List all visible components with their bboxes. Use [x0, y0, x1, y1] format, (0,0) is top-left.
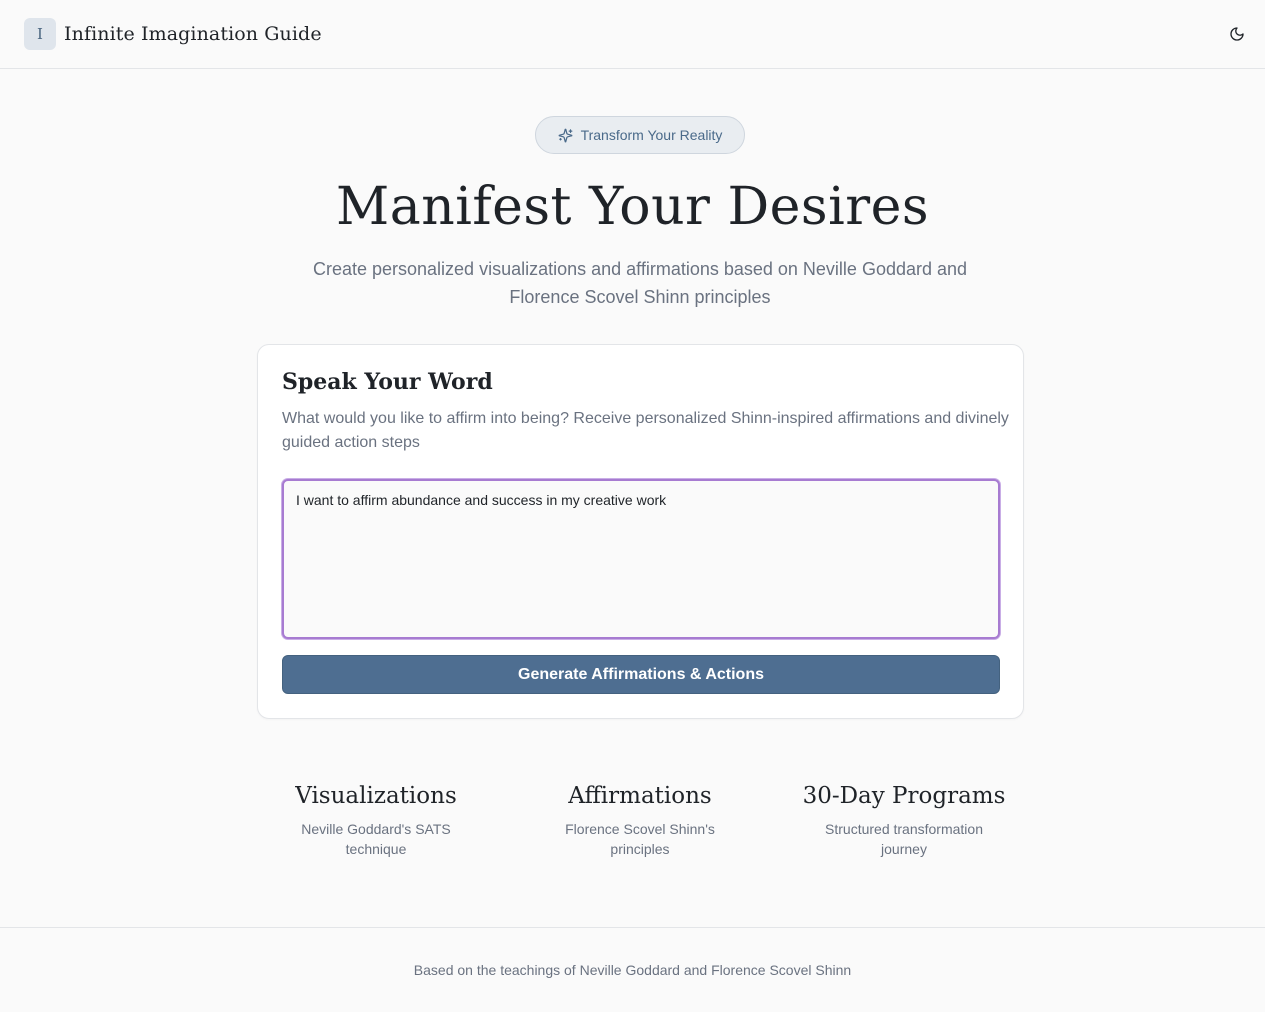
page-title: Manifest Your Desires: [335, 177, 930, 237]
page-subtitle: Create personalized visualizations and a…: [312, 259, 968, 307]
moon-icon: [1230, 27, 1244, 41]
sparkles-icon: [558, 128, 572, 142]
feature-title: 30-Day Programs: [802, 783, 1006, 809]
app-header: I Infinite Imagination Guide: [0, 0, 1265, 69]
footer-text: Based on the teachings of Neville Goddar…: [413, 962, 852, 978]
card-title: Speak Your Word: [282, 369, 493, 395]
page-footer: Based on the teachings of Neville Goddar…: [0, 927, 1265, 1012]
feature-description: Structured transformation journey: [825, 821, 983, 857]
feature-description: Florence Scovel Shinn's principles: [565, 821, 715, 857]
generate-button[interactable]: Generate Affirmations & Actions: [282, 655, 1000, 694]
brand[interactable]: I Infinite Imagination Guide: [24, 18, 322, 50]
affirmation-card: Speak Your Word What would you like to a…: [257, 344, 1024, 719]
card-description: What would you like to affirm into being…: [282, 410, 1009, 451]
affirmation-input[interactable]: I want to affirm abundance and success i…: [282, 479, 1000, 639]
feature-title: Affirmations: [568, 783, 712, 809]
theme-toggle-button[interactable]: [1223, 20, 1251, 48]
app-logo: I: [24, 18, 56, 50]
feature-title: Visualizations: [295, 783, 457, 809]
feature-visualizations: Visualizations Neville Goddard's SATS te…: [256, 783, 496, 859]
feature-description: Neville Goddard's SATS technique: [301, 821, 451, 857]
hero-badge-label: Transform Your Reality: [580, 127, 723, 143]
app-title: Infinite Imagination Guide: [64, 23, 322, 45]
hero-badge: Transform Your Reality: [535, 116, 745, 154]
feature-affirmations: Affirmations Florence Scovel Shinn's pri…: [520, 783, 760, 859]
feature-30-day-programs: 30-Day Programs Structured transformatio…: [784, 783, 1024, 859]
